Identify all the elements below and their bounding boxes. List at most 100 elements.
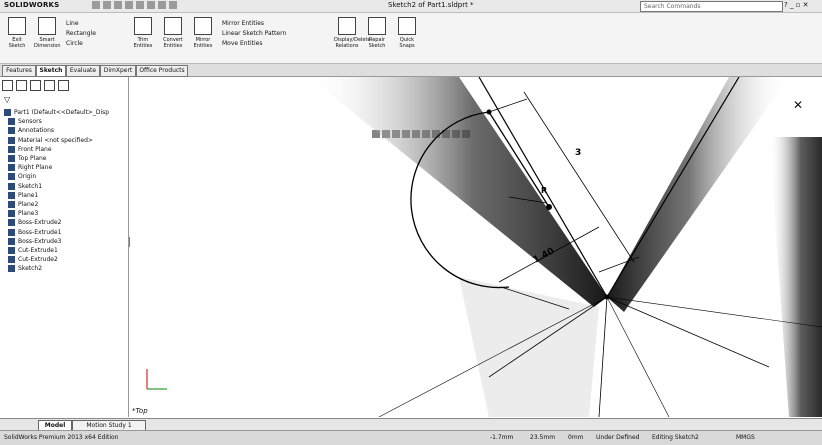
extrude-icon [8,219,15,227]
tab-sketch[interactable]: Sketch [36,65,66,77]
definition-status: Under Defined [596,434,640,441]
tab-evaluate[interactable]: Evaluate [66,65,100,77]
tree-item[interactable]: Plane1 [4,191,126,200]
part-icon [4,109,11,117]
tab-features[interactable]: Features [2,65,36,77]
tree-item[interactable]: Boss-Extrude3 [4,237,126,246]
exit-sketch-button[interactable]: Exit Sketch [4,17,30,57]
tree-item[interactable]: Sketch2 [4,264,126,273]
rectangle-tool[interactable]: Rectangle [66,29,126,39]
tree-item[interactable]: Sensors [4,117,126,126]
right-face [607,77,789,312]
far-right-face [769,137,822,417]
display-relations-button[interactable]: Display/Delete Relations [334,17,371,57]
model-view[interactable]: 3 1.40 R [129,77,822,417]
tree-item[interactable]: Cut-Extrude1 [4,246,126,255]
extension-line-1[interactable] [488,98,528,113]
panel-toolbar [2,80,122,92]
line-tool[interactable]: Line [66,19,126,29]
tree-item[interactable]: Boss-Extrude2 [4,218,126,227]
material-icon [8,136,15,144]
feature-tree: Part1 (Default<<Default>_Disp Sensors An… [4,108,126,273]
trim-icon [134,17,152,35]
coordinate-y: 23.5mm [530,434,556,441]
print-icon[interactable] [125,1,133,9]
units-selector[interactable]: MMGS [736,431,755,445]
search-input[interactable]: Search Commands [640,1,783,12]
undo-icon[interactable] [136,1,144,9]
tree-item[interactable]: Plane2 [4,200,126,209]
view-orientation-label: *Top [132,407,148,415]
tree-item[interactable]: Sketch1 [4,182,126,191]
quick-snaps-button[interactable]: Quick Snaps [394,17,420,57]
extrude-icon [8,228,15,236]
tab-office-products[interactable]: Office Products [136,65,188,77]
edge-down[interactable] [598,296,608,417]
edge-lower-right[interactable] [606,296,770,368]
tree-item[interactable]: Boss-Extrude1 [4,227,126,236]
dimension-c-label[interactable]: R [541,186,547,195]
tree-item[interactable]: Right Plane [4,163,126,172]
plane-icon [8,210,15,218]
mirror-tool[interactable]: Mirror Entities [222,19,312,29]
feature-tree-icon[interactable] [2,80,13,91]
plane-icon [8,145,15,153]
sketch-icon [8,265,15,273]
bottom-tabs: Model Motion Study 1 [0,418,822,431]
sketch-endpoint[interactable] [486,109,492,115]
tree-item[interactable]: Front Plane [4,145,126,154]
window-controls[interactable]: ? _ ▫ ✕ [784,1,809,9]
config-manager-icon[interactable] [30,80,41,91]
display-manager-icon[interactable] [58,80,69,91]
repair-sketch-button[interactable]: Repair Sketch [364,17,390,57]
select-icon[interactable] [147,1,155,9]
graphics-area[interactable]: 3 1.40 R [129,77,822,417]
convert-entities-button[interactable]: Convert Entities [160,17,186,57]
trim-entities-button[interactable]: Trim Entities [130,17,156,57]
tree-item[interactable]: Top Plane [4,154,126,163]
coordinate-z: 0mm [568,434,584,441]
edge-down-right[interactable] [606,296,670,417]
extrude-icon [8,237,15,245]
app-brand: SOLIDWORKS [4,1,60,9]
cut-icon [8,256,15,264]
sketch-tools-group-2: Mirror Entities Linear Sketch Pattern Mo… [222,19,312,55]
save-icon[interactable] [114,1,122,9]
tree-item[interactable]: Cut-Extrude2 [4,255,126,264]
sketch-tools-group-1: Line Rectangle Circle [66,19,126,55]
relations-icon [338,17,356,35]
dimension-a-label[interactable]: 3 [575,148,581,158]
tree-item[interactable]: Material <not specified> [4,136,126,145]
options-icon[interactable] [169,1,177,9]
funnel-icon[interactable]: ▽ [4,95,10,104]
close-icon[interactable]: ✕ [793,98,803,112]
sketch-point[interactable] [546,204,552,210]
tree-item[interactable]: Plane3 [4,209,126,218]
new-icon[interactable] [92,1,100,9]
circle-tool[interactable]: Circle [66,39,126,49]
move-entities-tool[interactable]: Move Entities [222,39,312,49]
tree-item[interactable]: Origin [4,172,126,181]
document-title: Sketch2 of Part1.sldprt * [388,1,474,9]
property-manager-icon[interactable] [16,80,27,91]
cut-icon [8,246,15,254]
rebuild-icon[interactable] [158,1,166,9]
dimxpert-manager-icon[interactable] [44,80,55,91]
origin-icon [8,173,15,181]
linear-pattern-tool[interactable]: Linear Sketch Pattern [222,29,312,39]
annotation-icon [8,127,15,135]
command-manager: Exit Sketch Smart Dimension Line Rectang… [0,13,822,64]
tree-root[interactable]: Part1 (Default<<Default>_Disp [4,108,126,117]
tab-dimxpert[interactable]: DimXpert [100,65,136,77]
command-tabs: Features Sketch Evaluate DimXpert Office… [0,64,822,138]
lower-shade [459,277,599,417]
open-icon[interactable] [103,1,111,9]
tree-item[interactable]: Annotations [4,126,126,135]
title-bar: SOLIDWORKS Sketch2 of Part1.sldprt * Sea… [0,0,822,13]
smart-dimension-button[interactable]: Smart Dimension [34,17,61,57]
origin-point[interactable] [604,294,610,300]
mirror-entities-button[interactable]: Mirror Entities [190,17,216,57]
plane-icon [8,155,15,163]
edge-right[interactable] [606,77,740,298]
plane-icon [8,200,15,208]
